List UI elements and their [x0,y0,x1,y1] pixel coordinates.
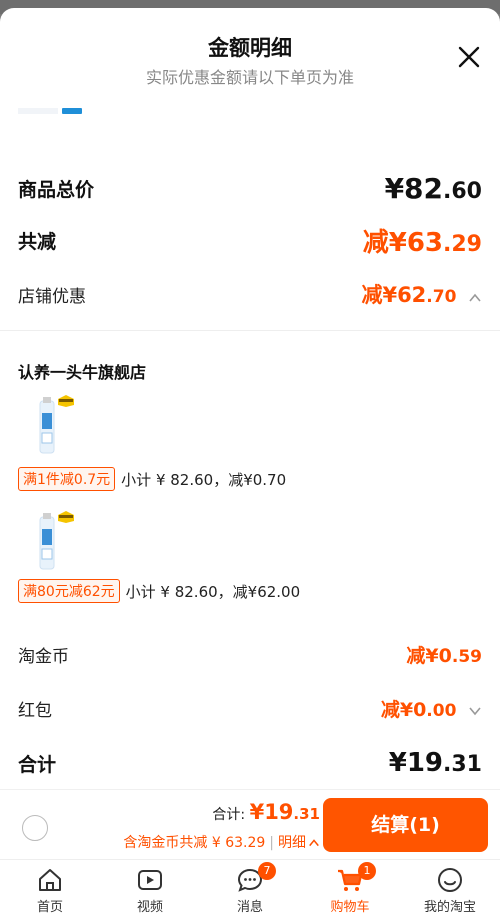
sheet-subtitle: 实际优惠金额请以下单页为准 [145,68,354,87]
tab-placeholder [18,108,58,114]
total-reduce-amount: 减¥63.29 [363,222,482,259]
redpack-label: 红包 [18,700,52,721]
promo-tag: 满80元减62元 [18,579,120,603]
grand-total-label: 合计 [18,753,57,776]
milk-bottle-icon [39,395,74,454]
coin-dec: .59 [451,646,482,667]
tab-label: 购物车 [330,900,370,915]
saving-text: 含淘金币共减 ¥ 63.29 [123,835,266,851]
tab-label: 我的淘宝 [423,900,476,915]
shop-name: 认养一头牛旗舰店 [18,363,147,382]
milk-bottle-icon [39,511,74,570]
grand-total-dec: .31 [443,752,482,777]
promo-line-2: 满80元减62元 小计 ¥ 82.60，减¥62.00 [18,579,300,603]
promo-subtotal: 小计 ¥ 82.60，减¥0.70 [121,470,287,489]
grand-total-amount: ¥19.31 [389,748,482,778]
detail-label: 明细 [278,835,306,851]
total-reduce-dec: .29 [443,231,482,257]
chevron-up-icon [469,293,481,302]
total-reduce-row: 共减 减¥63.29 [18,220,482,260]
shop-discount-dec: .70 [426,287,457,307]
promo-line-1: 满1件减0.7元 小计 ¥ 82.60，减¥0.70 [18,467,286,491]
profile-icon [438,868,462,892]
coin-row: 淘金币 减¥0.59 [18,636,482,672]
sheet-header: 金额明细 实际优惠金额请以下单页为准 [0,8,500,108]
shop-discount-row[interactable]: 店铺优惠 减¥62.70 [18,276,482,312]
tab-label: 首页 [36,900,63,915]
close-icon [458,46,480,68]
footer-total-int: ¥19 [249,800,294,824]
select-all-checkbox[interactable] [22,815,48,841]
video-icon [138,870,162,890]
checkout-bar: 合计: ¥19.31 含淘金币共减 ¥ 63.29 | 明细 结算(1) [0,789,500,859]
goods-total-label: 商品总价 [18,178,95,201]
footer-saving: 含淘金币共减 ¥ 63.29 | 明细 [123,832,320,852]
shop-detail-panel: 认养一头牛旗舰店 满1件减0.7元 小计 ¥ 82.60，减¥0.70 满80元… [0,330,500,620]
promo-tag: 满1件减0.7元 [18,467,116,491]
footer-total: 合计: ¥19.31 [212,800,320,824]
grand-total-int: ¥19 [388,748,444,778]
footer-total-prefix: 合计: [212,807,250,823]
bottom-tab-bar: 首页 视频 7 消息 1 购物车 我的淘宝 [0,859,500,915]
shop-discount-amount: 减¥62.70 [361,279,482,309]
cart-badge: 1 [358,862,376,880]
chevron-up-icon [309,839,319,847]
product-thumbnail[interactable] [28,509,78,571]
redpack-amount: 减¥0.00 [381,695,482,722]
total-reduce-label: 共减 [18,230,57,253]
redpack-row[interactable]: 红包 减¥0.00 [18,690,482,726]
sheet-title: 金额明细 [208,36,292,60]
grand-total-row: 合计 ¥19.31 [18,743,482,783]
goods-total-int: ¥82 [384,171,444,205]
goods-total-amount: ¥82.60 [385,172,482,205]
chevron-down-icon [469,707,481,716]
detail-toggle[interactable]: 明细 [278,835,320,851]
amount-detail-sheet: 金额明细 实际优惠金额请以下单页为准 商品总价 ¥82.60 共减 减¥63.2… [0,8,500,921]
tab-home[interactable]: 首页 [0,860,100,915]
checkout-button[interactable]: 结算(1) [323,798,488,852]
goods-total-row: 商品总价 ¥82.60 [18,168,482,208]
redpack-dec: .00 [426,700,457,721]
footer-total-dec: .31 [293,805,320,823]
tab-label: 消息 [236,900,263,915]
promo-subtotal: 小计 ¥ 82.60，减¥62.00 [125,582,301,601]
tab-cart[interactable]: 1 购物车 [300,860,400,915]
product-thumbnail[interactable] [28,393,78,455]
home-icon [39,869,61,891]
tab-profile[interactable]: 我的淘宝 [400,860,500,915]
shop-discount-label: 店铺优惠 [18,286,86,307]
shop-discount-int: 减¥62 [361,283,427,307]
coin-amount: 减¥0.59 [406,641,482,668]
close-button[interactable] [456,44,482,70]
coin-int: 减¥0 [406,644,452,667]
total-reduce-int: 减¥63 [362,227,444,258]
tab-label: 视频 [136,900,163,915]
redpack-int: 减¥0 [380,698,427,721]
message-badge: 7 [258,862,276,880]
goods-total-dec: .60 [443,178,482,204]
tab-indicator [62,108,82,114]
coin-label: 淘金币 [18,646,69,667]
divider: | [269,835,274,851]
tab-messages[interactable]: 7 消息 [200,860,300,915]
tab-video[interactable]: 视频 [100,860,200,915]
